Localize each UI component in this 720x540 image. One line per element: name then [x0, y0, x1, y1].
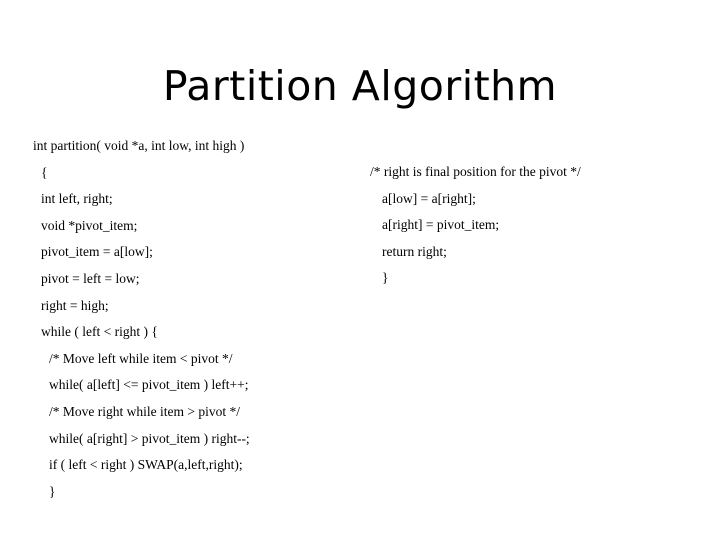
code-left-line: int partition( void *a, int low, int hig… — [33, 138, 245, 153]
code-left-line: pivot_item = a[low]; — [41, 244, 153, 260]
code-left-line: int left, right; — [41, 191, 113, 207]
code-left-line: pivot = left = low; — [41, 270, 140, 286]
page-title: Partition Algorithm — [162, 62, 558, 110]
code-left-line: right = high; — [41, 297, 109, 313]
code-block-right: /* right is final position for the pivot… — [370, 159, 690, 292]
code-left-line: while( a[right] > pivot_item ) right--; — [49, 430, 250, 446]
code-right-line: a[low] = a[right]; — [382, 190, 476, 206]
code-right-line: a[right] = pivot_item; — [382, 217, 500, 233]
code-left-line: /* Move right while item > pivot */ — [49, 403, 240, 419]
code-right-line: /* right is final position for the pivot… — [370, 164, 581, 179]
code-left-line: while( a[left] <= pivot_item ) left++; — [49, 377, 249, 393]
code-block-left: int partition( void *a, int low, int hig… — [33, 133, 363, 505]
code-left-line: { — [41, 164, 48, 180]
code-left-line: /* Move left while item < pivot */ — [49, 350, 233, 366]
code-left-line: while ( left < right ) { — [41, 324, 158, 340]
code-right-line: return right; — [382, 243, 447, 259]
code-left-line: void *pivot_item; — [41, 217, 138, 233]
code-left-line: if ( left < right ) SWAP(a,left,right); — [49, 457, 243, 473]
code-left-line: } — [49, 483, 56, 499]
slide: Partition Algorithm int partition( void … — [0, 0, 720, 540]
code-right-line: } — [382, 270, 389, 286]
